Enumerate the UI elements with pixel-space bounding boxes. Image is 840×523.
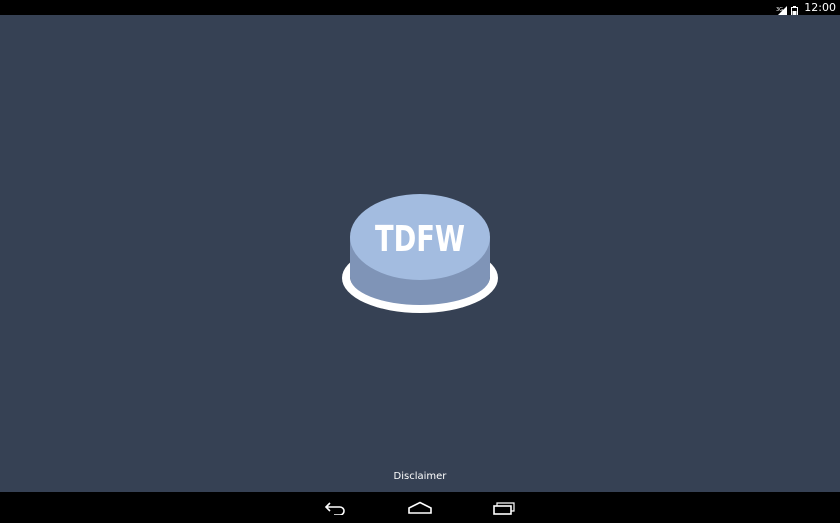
tdfw-button[interactable]: TDFW bbox=[340, 193, 500, 315]
status-clock: 12:00 bbox=[804, 1, 836, 14]
recents-button[interactable] bbox=[480, 492, 528, 523]
device-screen: 3G 12:00 TDFW Disclaimer bbox=[0, 0, 840, 523]
home-icon bbox=[408, 501, 432, 514]
recents-icon bbox=[493, 501, 515, 515]
status-icons: 3G 12:00 bbox=[776, 0, 836, 17]
signal-icon: 3G bbox=[776, 2, 788, 17]
navigation-bar bbox=[0, 492, 840, 523]
svg-text:3G: 3G bbox=[776, 7, 783, 13]
status-bar: 3G 12:00 bbox=[0, 0, 840, 17]
back-icon bbox=[324, 501, 345, 515]
back-button[interactable] bbox=[312, 492, 360, 523]
disclaimer-link[interactable]: Disclaimer bbox=[394, 471, 447, 482]
home-button[interactable] bbox=[396, 492, 444, 523]
button-label: TDFW bbox=[375, 219, 465, 260]
app-content: TDFW Disclaimer bbox=[0, 15, 840, 492]
battery-icon bbox=[791, 2, 799, 17]
disclaimer-row: Disclaimer bbox=[0, 471, 840, 482]
